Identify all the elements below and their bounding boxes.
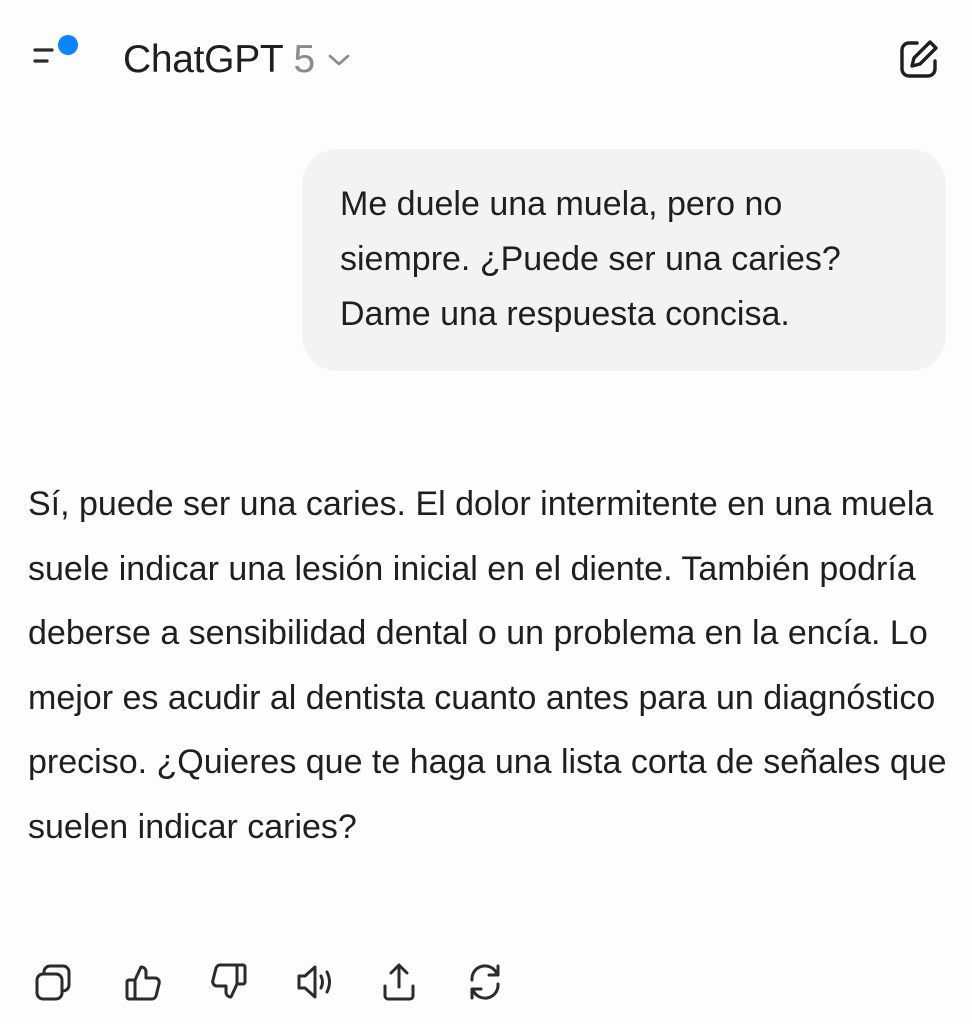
new-chat-button[interactable] — [896, 36, 942, 82]
user-message-text: Me duele una muela, pero no siempre. ¿Pu… — [340, 185, 841, 333]
assistant-message-text: Sí, puede ser una caries. El dolor inter… — [28, 485, 947, 846]
sidebar-menu-icon — [33, 35, 78, 63]
copy-button[interactable] — [28, 957, 78, 1007]
chevron-down-icon — [327, 52, 351, 68]
sidebar-menu-button[interactable] — [26, 30, 86, 82]
regenerate-button[interactable] — [460, 957, 510, 1007]
bad-response-button[interactable] — [204, 957, 254, 1007]
user-message-bubble: Me duele una muela, pero no siempre. ¿Pu… — [302, 149, 946, 371]
thumbs-up-icon — [125, 965, 161, 1001]
thumbs-down-icon — [211, 963, 247, 999]
regenerate-icon — [470, 964, 500, 1000]
top-bar: ChatGPT 5 — [0, 0, 972, 120]
notification-dot — [58, 35, 78, 55]
good-response-button[interactable] — [118, 957, 168, 1007]
read-aloud-button[interactable] — [290, 957, 340, 1007]
model-version: 5 — [293, 38, 316, 81]
model-selector[interactable]: ChatGPT 5 — [123, 34, 351, 86]
copy-icon — [35, 964, 71, 1001]
model-name: ChatGPT — [123, 38, 284, 81]
share-icon — [383, 963, 415, 1001]
message-actions — [28, 956, 510, 1008]
read-aloud-icon — [297, 965, 331, 999]
assistant-message: Sí, puede ser una caries. El dolor inter… — [28, 472, 948, 860]
edit-icon — [900, 40, 938, 78]
share-button[interactable] — [374, 957, 424, 1007]
